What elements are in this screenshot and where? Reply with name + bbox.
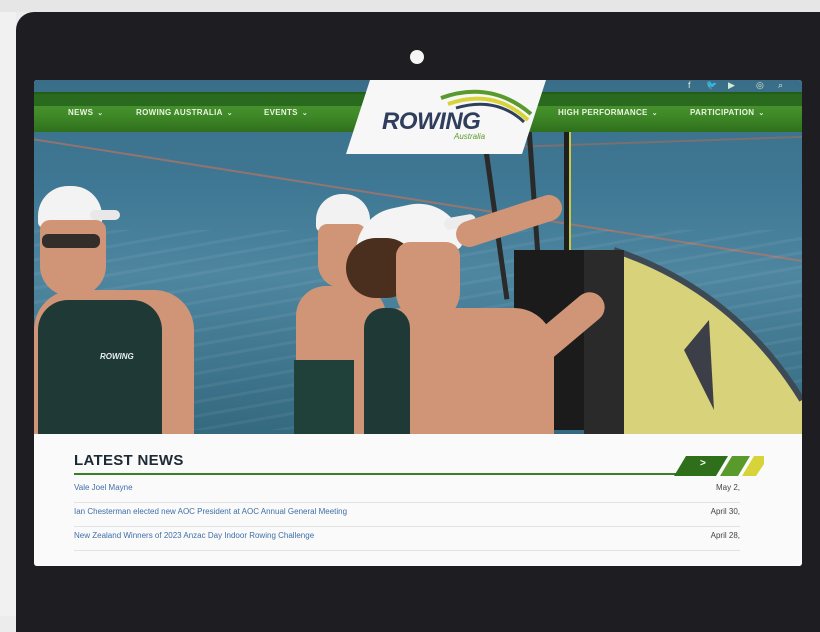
news-item-date: April 28, [710, 531, 740, 540]
news-row[interactable]: Ian Chesterman elected new AOC President… [74, 502, 740, 527]
nav-events-label: EVENTS [264, 108, 298, 117]
chevron-down-icon: ⌄ [758, 110, 765, 117]
news-item-title[interactable]: Ian Chesterman elected new AOC President… [74, 507, 347, 516]
news-item-date: April 30, [710, 507, 740, 516]
chevron-down-icon: ⌄ [651, 110, 658, 117]
website-screen: ROWING NEWS ⌄ ROWING AUSTRALIA ⌄ EVENTS … [34, 80, 802, 566]
background-strip [0, 0, 820, 12]
background-edge [0, 12, 16, 616]
latest-news-heading: LATEST NEWS [74, 452, 184, 469]
news-row[interactable]: New Zealand Winners of 2023 Anzac Day In… [74, 526, 740, 551]
nav-high-performance-label: HIGH PERFORMANCE [558, 108, 648, 117]
logo-subtitle: Australia [454, 132, 486, 141]
youtube-icon[interactable]: ▶ [728, 80, 735, 92]
news-divider [74, 473, 694, 475]
news-more-button[interactable]: > [700, 458, 706, 469]
chevron-down-icon: ⌄ [301, 110, 308, 117]
news-item-title[interactable]: New Zealand Winners of 2023 Anzac Day In… [74, 531, 314, 540]
nav-high-performance[interactable]: HIGH PERFORMANCE ⌄ [558, 108, 658, 117]
latest-news-section: LATEST NEWS > Vale Joel Mayne May 2, Ian… [34, 434, 802, 566]
nav-rowing-australia[interactable]: ROWING AUSTRALIA ⌄ [136, 108, 233, 117]
news-row[interactable]: Vale Joel Mayne May 2, [74, 478, 740, 503]
nav-participation[interactable]: PARTICIPATION ⌄ [690, 108, 765, 117]
camera-icon [410, 50, 424, 64]
tablet-device: ROWING NEWS ⌄ ROWING AUSTRALIA ⌄ EVENTS … [16, 12, 820, 632]
rower-center [334, 191, 624, 434]
chevron-down-icon: ⌄ [226, 110, 233, 117]
news-item-date: May 2, [715, 483, 740, 492]
news-more-arrows [674, 456, 764, 476]
search-icon[interactable]: ⌕ [778, 80, 783, 92]
nav-rowing-australia-label: ROWING AUSTRALIA [136, 108, 223, 117]
singlet-logo-text: ROWING [100, 352, 134, 361]
news-item-title[interactable]: Vale Joel Mayne [74, 483, 133, 492]
instagram-icon[interactable]: ◎ [756, 80, 764, 92]
nav-news[interactable]: NEWS ⌄ [68, 108, 103, 117]
rowing-australia-logo[interactable]: ROWING Australia [346, 80, 546, 154]
nav-events[interactable]: EVENTS ⌄ [264, 108, 308, 117]
facebook-icon[interactable]: f [688, 80, 691, 92]
hero-image: ROWING NEWS ⌄ ROWING AUSTRALIA ⌄ EVENTS … [34, 80, 802, 434]
nav-news-label: NEWS [68, 108, 94, 117]
rower-left: ROWING [34, 180, 214, 434]
nav-participation-label: PARTICIPATION [690, 108, 755, 117]
news-row-partial [74, 550, 740, 566]
twitter-icon[interactable]: 🐦 [706, 80, 717, 92]
chevron-down-icon: ⌄ [97, 110, 104, 117]
